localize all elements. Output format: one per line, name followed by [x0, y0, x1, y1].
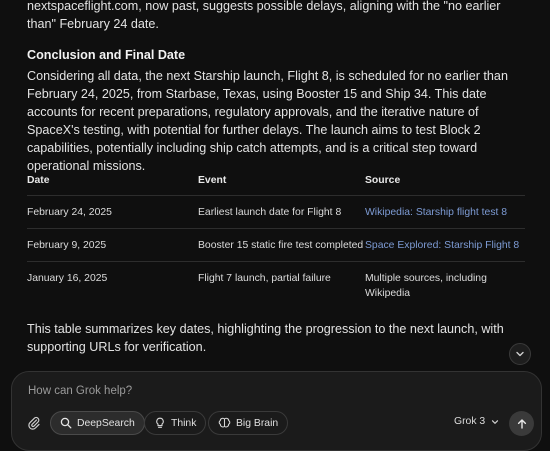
key-dates-table: Date Event Source February 24, 2025 Earl… [27, 175, 525, 309]
chevron-down-icon [516, 351, 524, 357]
cell-event: Booster 15 static fire test completed [198, 228, 365, 262]
table-header-row: Date Event Source [27, 175, 525, 196]
cell-date: January 16, 2025 [27, 273, 108, 284]
deepsearch-label: DeepSearch [77, 417, 135, 429]
composer: How can Grok help? DeepSearch Think Big … [11, 371, 542, 451]
source-link[interactable]: Wikipedia: Starship flight test 8 [365, 207, 507, 218]
cell-source: Space Explored: Starship Flight 8 [365, 228, 525, 262]
arrow-up-icon [517, 418, 526, 429]
table-row: January 16, 2025 Flight 7 launch, partia… [27, 262, 525, 310]
lightbulb-icon [156, 417, 164, 428]
model-selector[interactable]: Grok 3 [454, 416, 499, 427]
cell-source: Multiple sources, including Wikipedia [365, 273, 487, 299]
brain-icon [218, 417, 231, 428]
big-brain-label: Big Brain [236, 417, 279, 429]
header-event: Event [198, 175, 365, 196]
scroll-to-bottom-button[interactable] [509, 343, 531, 365]
send-button[interactable] [509, 411, 534, 436]
cell-date: February 9, 2025 [27, 228, 198, 262]
summary-paragraph: This table summarizes key dates, highlig… [27, 322, 504, 354]
cell-source: Wikipedia: Starship flight test 8 [365, 195, 525, 229]
intro-paragraph: nextspaceflight.com, now past, suggests … [27, 0, 501, 31]
conclusion-heading: Conclusion and Final Date [27, 48, 186, 62]
model-label: Grok 3 [454, 416, 486, 427]
think-label: Think [171, 417, 197, 429]
deepsearch-button[interactable]: DeepSearch [50, 411, 145, 435]
paperclip-icon [28, 416, 40, 430]
big-brain-button[interactable]: Big Brain [208, 411, 289, 435]
table-row: February 9, 2025 Booster 15 static fire … [27, 228, 525, 262]
search-icon [60, 417, 72, 429]
header-source: Source [365, 175, 525, 196]
chevron-down-icon [492, 419, 499, 424]
conclusion-paragraph: Considering all data, the next Starship … [27, 69, 508, 173]
cell-date: February 24, 2025 [27, 195, 198, 229]
header-date: Date [27, 175, 198, 196]
source-link[interactable]: Space Explored: Starship Flight 8 [365, 240, 519, 251]
prompt-input[interactable]: How can Grok help? [28, 385, 132, 397]
think-button[interactable]: Think [144, 411, 207, 435]
cell-event: Flight 7 launch, partial failure [198, 273, 331, 284]
table-row: February 24, 2025 Earliest launch date f… [27, 195, 525, 229]
attach-button[interactable] [25, 414, 43, 432]
cell-event: Earliest launch date for Flight 8 [198, 195, 365, 229]
